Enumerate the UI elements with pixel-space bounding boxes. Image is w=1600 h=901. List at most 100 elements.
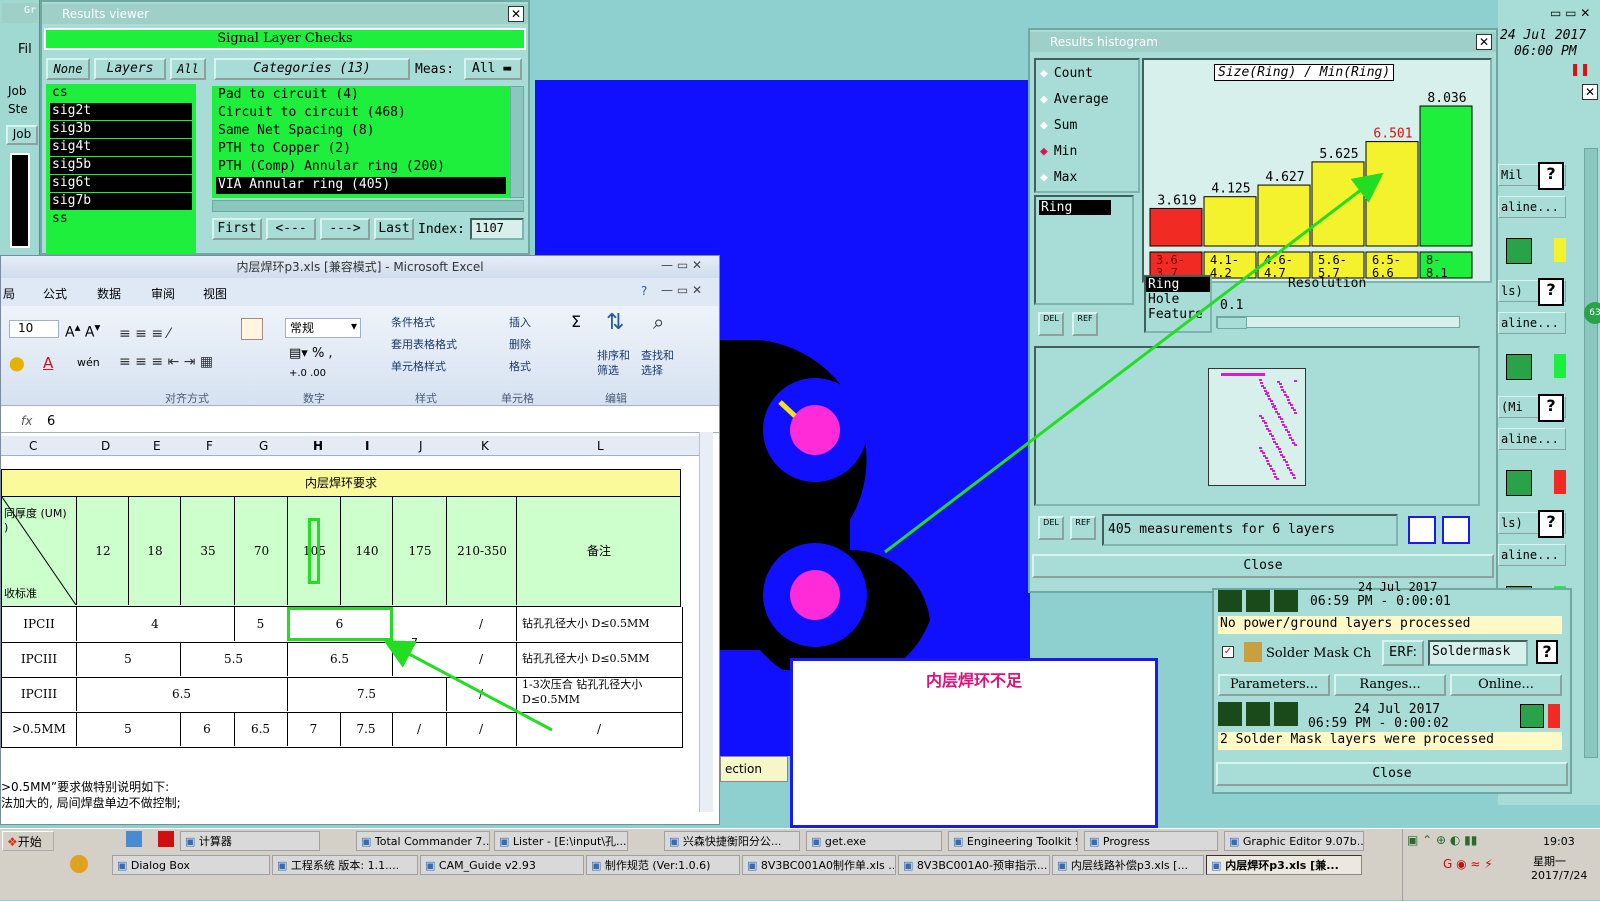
online-button[interactable]: aline... (1498, 196, 1566, 218)
delete-button[interactable]: 删除 (509, 336, 531, 352)
ring-list-item[interactable]: Ring (1039, 200, 1111, 215)
table-cell[interactable]: / (392, 712, 447, 746)
checkbox[interactable]: ✓ (1222, 646, 1234, 658)
table-cell[interactable]: / (446, 607, 517, 641)
online-button[interactable]: aline... (1498, 312, 1566, 334)
ref-button[interactable]: REF (1072, 312, 1098, 336)
clock-time[interactable]: 19:03 (1543, 835, 1575, 848)
close-icon[interactable]: ✕ (508, 6, 524, 22)
layer-item[interactable]: sig7b (50, 193, 192, 210)
column-header[interactable]: I (365, 439, 369, 453)
category-scrollbar[interactable] (510, 86, 524, 198)
column-header[interactable]: D (101, 439, 110, 453)
column-header[interactable]: E (153, 439, 161, 453)
taskbar-button[interactable]: ▣ 内层线路补偿p3.xls [... (1052, 855, 1204, 875)
histogram-bar[interactable] (1257, 184, 1311, 247)
insert-button[interactable]: 插入 (509, 314, 531, 330)
taskbar-button[interactable]: ▣ Progress (1084, 831, 1218, 851)
table-format-button[interactable]: 套用表格格式 (391, 336, 457, 352)
zoom-icon[interactable] (1506, 238, 1532, 264)
table-cell[interactable]: / (516, 712, 683, 746)
categories-button[interactable]: Categories (13) (214, 58, 410, 80)
resolution-slider[interactable] (1216, 316, 1460, 329)
thickness-cell[interactable]: 210-350 (446, 497, 517, 605)
start-button[interactable]: ❖开始 (2, 831, 54, 851)
excel-titlebar[interactable]: 内层焊环p3.xls [兼容模式] - Microsoft Excel (1, 256, 719, 278)
taskbar-button[interactable]: ▣ Lister - [E:\input\孔... (494, 831, 628, 851)
zoom-out-icon[interactable] (1442, 516, 1470, 544)
number-format-select[interactable]: 常规 ▾ (285, 318, 361, 338)
menu-tab[interactable]: 公式 (43, 285, 67, 302)
sort-icon[interactable]: ⇅ (606, 310, 624, 335)
feature-item[interactable]: Ring (1146, 277, 1210, 292)
category-item[interactable]: Pad to circuit (4) (216, 87, 506, 104)
table-cell[interactable]: 7.5 (340, 712, 393, 746)
column-header[interactable]: F (206, 439, 213, 453)
menu-tab[interactable]: 审阅 (151, 285, 175, 302)
table-cell[interactable]: / (446, 677, 517, 711)
category-hscrollbar[interactable] (212, 200, 524, 212)
thickness-cell[interactable]: 35 (180, 497, 235, 605)
phonetic-icon[interactable]: wén (77, 356, 100, 369)
help-button[interactable]: ? (1536, 640, 1558, 664)
table-cell[interactable]: 5 (76, 712, 181, 746)
table-cell[interactable]: 5.5 (180, 642, 288, 676)
meas-select[interactable]: All ▬ (464, 58, 522, 80)
remark-cell[interactable]: 钻孔孔径大小 D≤0.5MM (516, 642, 680, 676)
status-icons[interactable] (1218, 702, 1308, 728)
histogram-bar[interactable] (1365, 141, 1419, 247)
taskbar-button[interactable]: ▣ 工程系统 版本: 1.1.... (272, 855, 418, 875)
tray-icons[interactable]: G ◉ ≈ ⚡ (1443, 857, 1493, 871)
taskbar-button[interactable]: ▣ CAM_Guide v2.93 (420, 855, 584, 875)
spreadsheet-grid[interactable]: 内层焊环要求 同厚度 (UM) ) 收标准 12 18 35 70 105 140 175 2… (1, 469, 683, 748)
category-item[interactable]: VIA Annular ring (405) (216, 177, 506, 194)
layer-item[interactable]: sig3b (50, 121, 192, 138)
menu-tab[interactable]: 数据 (97, 285, 121, 302)
results-viewer-titlebar[interactable]: Results viewer (42, 4, 528, 24)
parameters-button[interactable]: Parameters... (1218, 674, 1330, 696)
taskbar-button[interactable]: ▣ 兴森快捷衡阳分公... (664, 831, 800, 851)
taskbar-button[interactable]: ▣ 8V3BC001A0-预审指示... (898, 855, 1050, 875)
ref-button[interactable]: REF (1070, 516, 1096, 540)
table-cell[interactable]: 6 (180, 712, 235, 746)
column-header[interactable]: G (259, 439, 268, 453)
layer-item[interactable]: sig2t (50, 103, 192, 120)
close-button[interactable]: Close (1216, 762, 1568, 786)
percent-icon[interactable]: ▤▾ % , (289, 346, 333, 361)
category-item[interactable]: Same Net Spacing (8) (216, 123, 506, 140)
close-icon[interactable]: ✕ (1476, 34, 1492, 50)
quicklaunch-icon[interactable] (70, 855, 88, 873)
ring-list[interactable]: Ring (1034, 195, 1134, 305)
taskbar-button[interactable]: ▣ Total Commander 7.... (356, 831, 490, 851)
online-button[interactable]: aline... (1498, 428, 1566, 450)
resolution-slider-thumb[interactable] (1217, 317, 1247, 329)
layers-button[interactable]: Layers (94, 58, 166, 80)
find-select-button[interactable]: 查找和 选择 (641, 348, 681, 378)
row-label[interactable]: IPCII (2, 607, 77, 641)
thickness-cell[interactable]: 175 (392, 497, 447, 605)
del-button[interactable]: DEL (1038, 312, 1064, 336)
help-button[interactable]: ? (1538, 162, 1564, 190)
layer-item[interactable]: sig6t (50, 175, 192, 192)
histogram-bar[interactable] (1149, 207, 1203, 247)
column-header[interactable]: J (419, 439, 423, 453)
histogram-chart[interactable]: Size(Ring) / Min(Ring) 3.619 3.6- 3.7 4.125… (1142, 58, 1492, 283)
zoom-icon[interactable] (1506, 470, 1532, 496)
table-cell[interactable]: 6 (287, 607, 393, 641)
mode-option-max[interactable]: ◆ Max (1040, 170, 1077, 185)
font-grow-icon[interactable]: A▴ A▾ (65, 320, 100, 341)
table-cell[interactable]: / (446, 712, 517, 746)
remark-header[interactable]: 备注 (516, 497, 681, 605)
mode-option-count[interactable]: ◆ Count (1040, 66, 1093, 81)
mode-option-average[interactable]: ◆ Average (1040, 92, 1109, 107)
remark-cell[interactable]: 钻孔孔径大小 D≤0.5MM (516, 607, 680, 641)
online-button[interactable]: aline... (1498, 544, 1566, 566)
layer-item[interactable]: cs (50, 85, 192, 102)
wrap-icon[interactable] (241, 318, 263, 340)
histogram-bar[interactable] (1203, 196, 1257, 247)
table-cell[interactable]: 5 (234, 607, 288, 641)
feature-item[interactable]: Feature (1146, 307, 1210, 322)
excel-window-controls[interactable]: — ▭ ✕ (661, 258, 702, 272)
thickness-cell[interactable]: 12 (76, 497, 129, 605)
help-button[interactable]: ? (1538, 394, 1564, 422)
